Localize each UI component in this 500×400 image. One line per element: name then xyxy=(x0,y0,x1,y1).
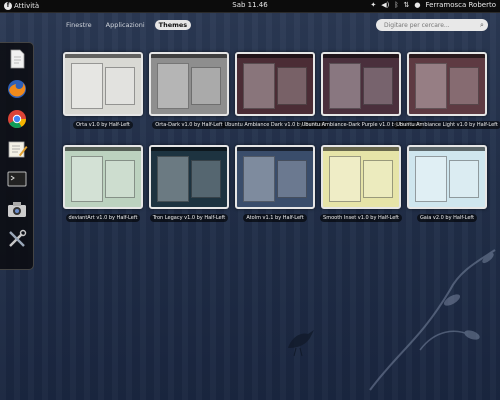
dash-item-firefox[interactable] xyxy=(5,77,29,101)
theme-preview-thumbnail[interactable] xyxy=(149,145,229,209)
theme-preview-thumbnail[interactable] xyxy=(63,52,143,116)
theme-card[interactable]: Ubuntu Ambiance-Dark Purple v1.0 by Half… xyxy=(298,52,424,129)
user-status-icon: ● xyxy=(414,1,421,9)
theme-name-label: Orta v1.0 by Half-Left xyxy=(73,121,133,129)
search-icon: ⌕ xyxy=(480,20,484,29)
search-input[interactable] xyxy=(376,21,480,29)
dash-item-camera[interactable] xyxy=(5,197,29,221)
themes-grid: Orta v1.0 by Half-Left Orta-Dark v1.0 by … xyxy=(60,52,500,222)
theme-name-label: Smooth Inset v1.0 by Half-Left xyxy=(320,214,402,222)
theme-preview-thumbnail[interactable] xyxy=(235,52,315,116)
theme-name-label: Atolm v1.1 by Half-Left xyxy=(243,214,307,222)
search-box: ⌕ xyxy=(376,19,488,31)
theme-name-label: deviantArt v1.0 by Half-Left xyxy=(65,214,141,222)
view-selector: Finestre Applicazioni Themes xyxy=(62,20,192,30)
dash xyxy=(0,42,34,270)
theme-preview-thumbnail[interactable] xyxy=(63,145,143,209)
theme-preview-thumbnail[interactable] xyxy=(407,52,487,116)
system-tray: ✦ ◀) ᛒ ⇅ ● Ferramosca Roberto xyxy=(370,1,496,9)
theme-name-label: Gaia v2.0 by Half-Left xyxy=(416,214,478,222)
file-icon xyxy=(10,49,24,69)
theme-card[interactable]: Orta v1.0 by Half-Left xyxy=(60,52,146,129)
theme-card[interactable]: Atolm v1.1 by Half-Left xyxy=(232,145,318,222)
theme-name-label: Tron Legacy v1.0 by Half-Left xyxy=(149,214,229,222)
theme-preview-thumbnail[interactable] xyxy=(235,145,315,209)
theme-card[interactable]: Gaia v2.0 by Half-Left xyxy=(404,145,490,222)
volume-icon[interactable]: ◀) xyxy=(381,1,389,9)
text-editor-icon xyxy=(8,141,27,158)
tools-icon xyxy=(8,229,26,247)
theme-name-label: Orta-Dark v1.0 by Half-Left xyxy=(152,121,226,129)
network-icon[interactable]: ⇅ xyxy=(404,1,410,9)
tab-applications[interactable]: Applicazioni xyxy=(102,20,149,30)
camera-icon xyxy=(7,202,26,217)
theme-preview-thumbnail[interactable] xyxy=(407,145,487,209)
chrome-icon xyxy=(7,110,26,129)
accessibility-icon[interactable]: ✦ xyxy=(370,1,376,9)
dash-item-text-editor[interactable] xyxy=(5,137,29,161)
theme-card[interactable]: Orta-Dark v1.0 by Half-Left xyxy=(146,52,232,129)
firefox-icon xyxy=(7,80,26,98)
tab-windows[interactable]: Finestre xyxy=(62,20,96,30)
bird-silhouette xyxy=(288,330,314,357)
dash-item-terminal[interactable] xyxy=(5,167,29,191)
floral-ornament xyxy=(369,249,496,391)
theme-preview-thumbnail[interactable] xyxy=(149,52,229,116)
user-menu[interactable]: Ferramosca Roberto xyxy=(426,1,496,9)
tab-themes[interactable]: Themes xyxy=(154,20,192,30)
dash-item-tools[interactable] xyxy=(5,227,29,251)
theme-preview-thumbnail[interactable] xyxy=(321,52,401,116)
theme-card[interactable]: Ubuntu Ambiance Dark v1.0 by Half-Left xyxy=(221,52,329,129)
theme-preview-thumbnail[interactable] xyxy=(321,145,401,209)
top-bar: f Attività Sab 11.46 ✦ ◀) ᛒ ⇅ ● Ferramos… xyxy=(0,0,500,13)
theme-name-label: Ubuntu Ambiance Light v1.0 by Half-Left xyxy=(393,121,500,129)
terminal-icon xyxy=(7,171,26,187)
theme-card[interactable]: Smooth Inset v1.0 by Half-Left xyxy=(318,145,404,222)
theme-card[interactable]: deviantArt v1.0 by Half-Left xyxy=(60,145,146,222)
theme-card[interactable]: Tron Legacy v1.0 by Half-Left xyxy=(146,145,232,222)
theme-card[interactable]: Ubuntu Ambiance Light v1.0 by Half-Left xyxy=(393,52,500,129)
bluetooth-icon[interactable]: ᛒ xyxy=(394,1,398,9)
dash-item-files[interactable] xyxy=(5,47,29,71)
dash-item-chrome[interactable] xyxy=(5,107,29,131)
